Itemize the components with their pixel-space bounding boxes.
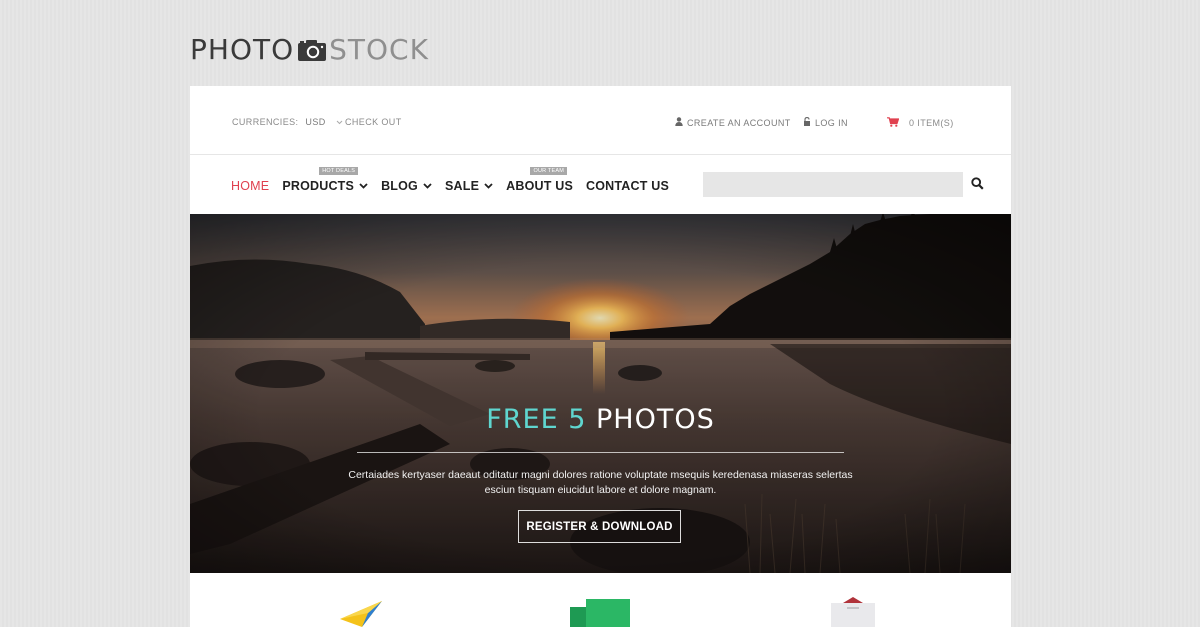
chevron-down-icon bbox=[359, 183, 368, 189]
hero-title-rest: PHOTOS bbox=[596, 404, 715, 435]
search-icon[interactable] bbox=[971, 177, 985, 191]
create-account-link[interactable]: CREATE AN ACCOUNT bbox=[675, 117, 791, 128]
cart-count: 0 ITEM(S) bbox=[909, 118, 954, 128]
features-row bbox=[190, 573, 1011, 627]
currency-label: CURRENCIES: bbox=[232, 117, 299, 127]
nav-sale[interactable]: SALE bbox=[445, 179, 493, 193]
main-navigation: HOME HOT DEALS PRODUCTS BLOG SALE OUR TE… bbox=[190, 155, 1011, 214]
checkout-link[interactable]: CHECK OUT bbox=[345, 117, 402, 127]
nav-sale-label: SALE bbox=[444, 179, 480, 193]
chevron-down-icon bbox=[423, 183, 432, 189]
hero-title: FREE 5 PHOTOS bbox=[190, 404, 1011, 435]
chevron-down-icon bbox=[484, 183, 493, 189]
paper-plane-icon bbox=[338, 597, 382, 627]
main-card: CURRENCIES: USD CHECK OUT CREATE AN ACCO… bbox=[190, 86, 1011, 627]
hero-banner: FREE 5 PHOTOS Certaiades kertyaser daeau… bbox=[190, 214, 1011, 573]
logo-text-stock: STOCK bbox=[329, 33, 429, 66]
site-logo[interactable]: PHOTO STOCK bbox=[190, 34, 429, 66]
nav-menu: HOME HOT DEALS PRODUCTS BLOG SALE OUR TE… bbox=[231, 167, 682, 193]
create-account-label: CREATE AN ACCOUNT bbox=[687, 117, 791, 128]
nav-blog-label: BLOG bbox=[381, 179, 418, 193]
lock-icon bbox=[803, 117, 811, 128]
logo-text-photo: PHOTO bbox=[190, 33, 295, 66]
hot-deals-badge: HOT DEALS bbox=[319, 167, 359, 175]
camera-icon bbox=[297, 38, 327, 62]
nav-about-label: ABOUT US bbox=[506, 179, 574, 193]
register-download-button[interactable]: REGISTER & DOWNLOAD bbox=[518, 510, 681, 543]
search-input[interactable] bbox=[703, 172, 963, 197]
nav-contact-label: CONTACT US bbox=[586, 179, 670, 193]
nav-products[interactable]: HOT DEALS PRODUCTS bbox=[282, 167, 368, 193]
login-label: LOG IN bbox=[815, 117, 848, 128]
nav-products-label: PRODUCTS bbox=[282, 179, 355, 193]
login-link[interactable]: LOG IN bbox=[803, 117, 848, 128]
hero-title-accent: FREE 5 bbox=[486, 404, 587, 435]
documents-icon bbox=[570, 597, 630, 627]
shopping-cart-icon bbox=[887, 117, 900, 129]
hero-description: Certaiades kertyaser daeaut oditatur mag… bbox=[348, 469, 853, 496]
user-icon bbox=[675, 117, 683, 128]
nav-home[interactable]: HOME bbox=[231, 179, 269, 193]
nav-about-us[interactable]: OUR TEAM ABOUT US bbox=[506, 167, 574, 193]
chevron-down-icon bbox=[336, 118, 343, 127]
nav-blog[interactable]: BLOG bbox=[381, 179, 432, 193]
our-team-badge: OUR TEAM bbox=[530, 167, 568, 175]
hero-divider bbox=[357, 452, 844, 453]
nav-home-label: HOME bbox=[231, 179, 270, 193]
envelope-icon bbox=[829, 597, 877, 627]
nav-contact-us[interactable]: CONTACT US bbox=[586, 179, 669, 193]
currency-selector[interactable]: CURRENCIES: USD bbox=[232, 117, 343, 127]
cart-link[interactable]: 0 ITEM(S) bbox=[887, 117, 954, 129]
currency-value: USD bbox=[305, 117, 326, 127]
top-utility-bar: CURRENCIES: USD CHECK OUT CREATE AN ACCO… bbox=[190, 86, 1011, 155]
